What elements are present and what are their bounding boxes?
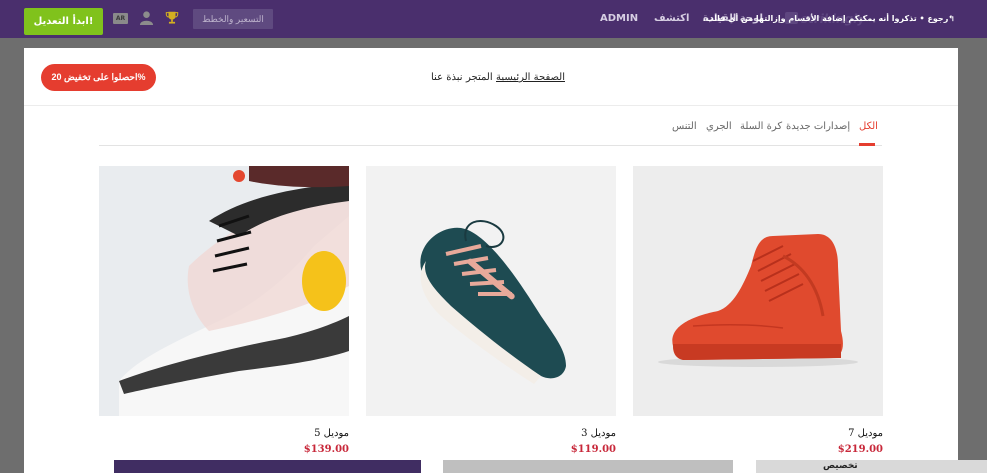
- header-nav-store[interactable]: المتجر: [466, 72, 493, 83]
- product-price: $219.00: [837, 444, 883, 455]
- trophy-icon[interactable]: [165, 10, 179, 24]
- tab-basketball[interactable]: كرة السلة: [740, 121, 782, 132]
- tab-new-releases[interactable]: إصدارات جديدة: [786, 121, 850, 132]
- language-badge[interactable]: AR: [113, 13, 128, 24]
- header-nav-about[interactable]: نبذة عنا: [431, 72, 463, 83]
- discount-button[interactable]: احصلوا على تخفيض 20%: [41, 64, 156, 91]
- product-price: $139.00: [303, 444, 349, 455]
- tab-running[interactable]: الجري: [706, 121, 732, 132]
- template-preview-modal: احصلوا على تخفيض 20% الصفحة الرئيسية الم…: [24, 48, 958, 473]
- product-image-red-sneaker[interactable]: [633, 166, 883, 416]
- underlay-sidebar: [756, 460, 987, 473]
- product-image-white-sneaker[interactable]: [99, 166, 349, 416]
- active-tab-indicator: [859, 143, 875, 146]
- header-nav-home[interactable]: الصفحة الرئيسية: [496, 72, 565, 83]
- underlay-document: [443, 460, 733, 473]
- product-name[interactable]: موديل 3: [496, 428, 616, 439]
- nav-discover[interactable]: اكتشف: [654, 13, 689, 24]
- tabs-divider: [99, 145, 882, 146]
- user-icon[interactable]: [139, 10, 154, 25]
- pricing-plans-button[interactable]: التسعير والخطط: [193, 9, 273, 29]
- editor-topbar: ابدأ التعديل! AR التسعير والخطط ADMIN اك…: [0, 0, 987, 38]
- product-price: $119.00: [570, 444, 616, 455]
- underlay-customize-label[interactable]: تخصيص: [823, 461, 858, 471]
- product-name[interactable]: موديل 7: [763, 428, 883, 439]
- nav-admin[interactable]: ADMIN: [600, 13, 638, 24]
- product-image-teal-running-shoe[interactable]: [366, 166, 616, 416]
- site-header: احصلوا على تخفيض 20% الصفحة الرئيسية الم…: [24, 48, 958, 106]
- underlay-section-purple: [114, 460, 421, 473]
- start-editing-button[interactable]: ابدأ التعديل!: [24, 8, 103, 35]
- tab-all[interactable]: الكل: [859, 121, 878, 132]
- tab-tennis[interactable]: التنس: [672, 121, 697, 132]
- back-reminder-note[interactable]: ↰رجوع • تذكروا أنه يمكنكم إضافة الأقسام …: [703, 14, 955, 23]
- product-name[interactable]: موديل 5: [229, 428, 349, 439]
